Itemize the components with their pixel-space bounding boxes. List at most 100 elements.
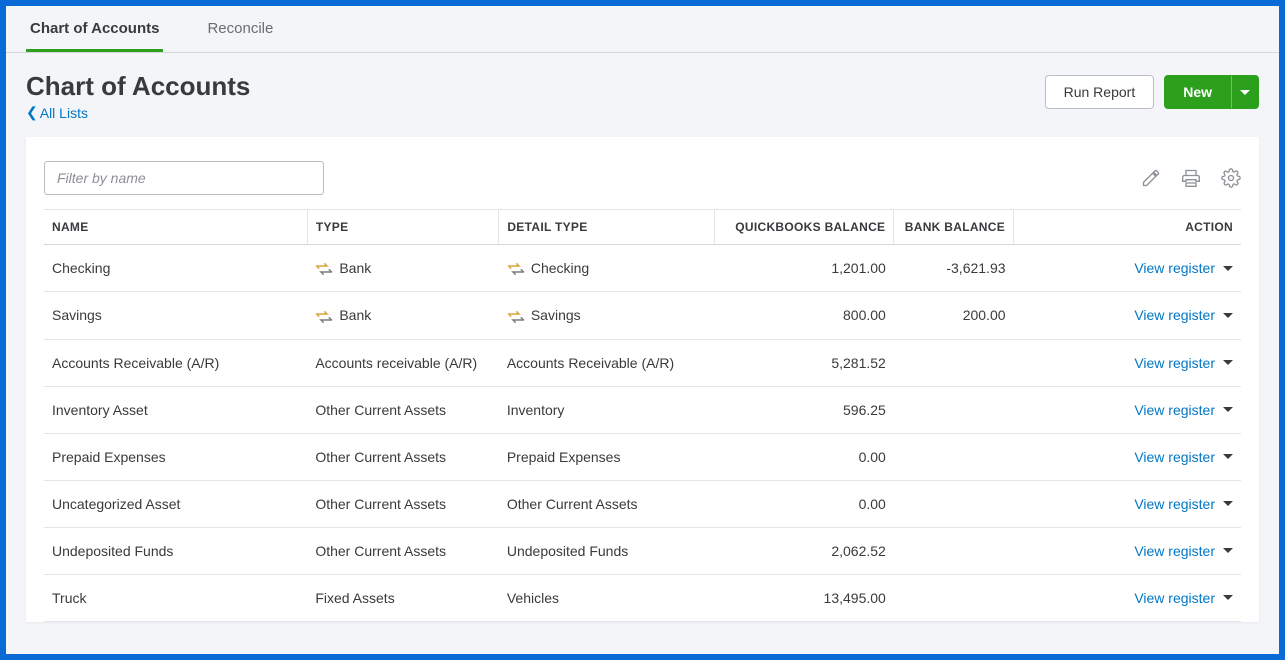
table-row: Inventory Asset Other Current Assets Inv…: [44, 386, 1241, 433]
cell-detail: Vehicles: [499, 574, 714, 621]
cell-detail-label: Accounts Receivable (A/R): [507, 355, 674, 371]
caret-down-icon: [1240, 90, 1250, 95]
cell-qb-balance: 0.00: [714, 433, 894, 480]
cell-detail-label: Undeposited Funds: [507, 543, 628, 559]
cell-detail-label: Prepaid Expenses: [507, 449, 621, 465]
back-link-all-lists[interactable]: ❮ All Lists: [26, 104, 250, 121]
cell-qb-balance: 596.25: [714, 386, 894, 433]
cell-qb-balance: 800.00: [714, 292, 894, 339]
cell-bank-balance: [894, 339, 1014, 386]
tabbar: Chart of Accounts Reconcile: [6, 6, 1279, 53]
action-label: View register: [1134, 402, 1215, 418]
cell-action: View register: [1014, 292, 1241, 339]
run-report-button[interactable]: Run Report: [1045, 75, 1155, 109]
bank-transfer-icon: [507, 262, 525, 276]
new-button[interactable]: New: [1164, 75, 1231, 109]
cell-name: Prepaid Expenses: [44, 433, 307, 480]
view-register-link[interactable]: View register: [1134, 449, 1233, 465]
view-register-link[interactable]: View register: [1134, 543, 1233, 559]
gear-icon[interactable]: [1221, 168, 1241, 188]
caret-down-icon: [1223, 501, 1233, 506]
bank-transfer-icon: [315, 310, 333, 324]
cell-type: Bank: [307, 292, 499, 339]
cell-type: Other Current Assets: [307, 386, 499, 433]
cell-type-label: Other Current Assets: [315, 543, 446, 559]
caret-down-icon: [1223, 548, 1233, 553]
col-header-bank-balance[interactable]: BANK BALANCE: [894, 210, 1014, 245]
col-header-type[interactable]: TYPE: [307, 210, 499, 245]
cell-bank-balance: [894, 480, 1014, 527]
accounts-table: NAME TYPE DETAIL TYPE QUICKBOOKS BALANCE…: [44, 209, 1241, 622]
edit-icon[interactable]: [1141, 168, 1161, 188]
cell-type-label: Accounts receivable (A/R): [315, 355, 477, 371]
cell-name: Accounts Receivable (A/R): [44, 339, 307, 386]
cell-qb-balance: 5,281.52: [714, 339, 894, 386]
table-row: Checking Bank Checking 1,201.00 -3,621.9…: [44, 245, 1241, 292]
table-row: Truck Fixed Assets Vehicles 13,495.00 Vi…: [44, 574, 1241, 621]
cell-type-label: Bank: [339, 307, 371, 323]
view-register-link[interactable]: View register: [1134, 355, 1233, 371]
action-label: View register: [1134, 355, 1215, 371]
table-row: Prepaid Expenses Other Current Assets Pr…: [44, 433, 1241, 480]
col-header-qb-balance[interactable]: QUICKBOOKS BALANCE: [714, 210, 894, 245]
cell-detail: Other Current Assets: [499, 480, 714, 527]
cell-type-label: Other Current Assets: [315, 496, 446, 512]
action-label: View register: [1134, 449, 1215, 465]
cell-bank-balance: [894, 433, 1014, 480]
cell-bank-balance: [894, 386, 1014, 433]
cell-detail-label: Savings: [531, 307, 581, 323]
action-label: View register: [1134, 590, 1215, 606]
cell-detail: Inventory: [499, 386, 714, 433]
col-header-detail-type[interactable]: DETAIL TYPE: [499, 210, 714, 245]
cell-detail: Savings: [499, 292, 714, 339]
view-register-link[interactable]: View register: [1134, 260, 1233, 276]
cell-action: View register: [1014, 339, 1241, 386]
cell-type-label: Bank: [339, 260, 371, 276]
cell-action: View register: [1014, 574, 1241, 621]
print-icon[interactable]: [1181, 168, 1201, 188]
table-row: Accounts Receivable (A/R) Accounts recei…: [44, 339, 1241, 386]
cell-name: Savings: [44, 292, 307, 339]
cell-type: Other Current Assets: [307, 433, 499, 480]
view-register-link[interactable]: View register: [1134, 496, 1233, 512]
col-header-name[interactable]: NAME: [44, 210, 307, 245]
cell-bank-balance: 200.00: [894, 292, 1014, 339]
cell-type: Other Current Assets: [307, 480, 499, 527]
page-header: Chart of Accounts ❮ All Lists Run Report…: [6, 53, 1279, 131]
filter-input[interactable]: [44, 161, 324, 195]
col-header-action[interactable]: ACTION: [1014, 210, 1241, 245]
cell-detail-label: Checking: [531, 260, 589, 276]
back-link-label: All Lists: [40, 105, 88, 121]
cell-action: View register: [1014, 527, 1241, 574]
cell-name: Truck: [44, 574, 307, 621]
caret-down-icon: [1223, 407, 1233, 412]
table-row: Undeposited Funds Other Current Assets U…: [44, 527, 1241, 574]
caret-down-icon: [1223, 266, 1233, 271]
view-register-link[interactable]: View register: [1134, 402, 1233, 418]
cell-name: Checking: [44, 245, 307, 292]
cell-type: Other Current Assets: [307, 527, 499, 574]
cell-name: Undeposited Funds: [44, 527, 307, 574]
new-button-dropdown[interactable]: [1231, 75, 1259, 109]
cell-name: Uncategorized Asset: [44, 480, 307, 527]
tab-reconcile[interactable]: Reconcile: [203, 6, 277, 52]
cell-detail-label: Other Current Assets: [507, 496, 638, 512]
action-label: View register: [1134, 260, 1215, 276]
tab-chart-of-accounts[interactable]: Chart of Accounts: [26, 6, 163, 52]
view-register-link[interactable]: View register: [1134, 590, 1233, 606]
cell-type: Fixed Assets: [307, 574, 499, 621]
cell-action: View register: [1014, 386, 1241, 433]
cell-qb-balance: 1,201.00: [714, 245, 894, 292]
accounts-card: NAME TYPE DETAIL TYPE QUICKBOOKS BALANCE…: [26, 137, 1259, 622]
view-register-link[interactable]: View register: [1134, 307, 1233, 323]
cell-type-label: Other Current Assets: [315, 449, 446, 465]
cell-detail-label: Inventory: [507, 402, 565, 418]
cell-type: Bank: [307, 245, 499, 292]
cell-type-label: Other Current Assets: [315, 402, 446, 418]
cell-detail-label: Vehicles: [507, 590, 559, 606]
caret-down-icon: [1223, 360, 1233, 365]
caret-down-icon: [1223, 313, 1233, 318]
cell-name: Inventory Asset: [44, 386, 307, 433]
bank-transfer-icon: [315, 262, 333, 276]
cell-qb-balance: 0.00: [714, 480, 894, 527]
